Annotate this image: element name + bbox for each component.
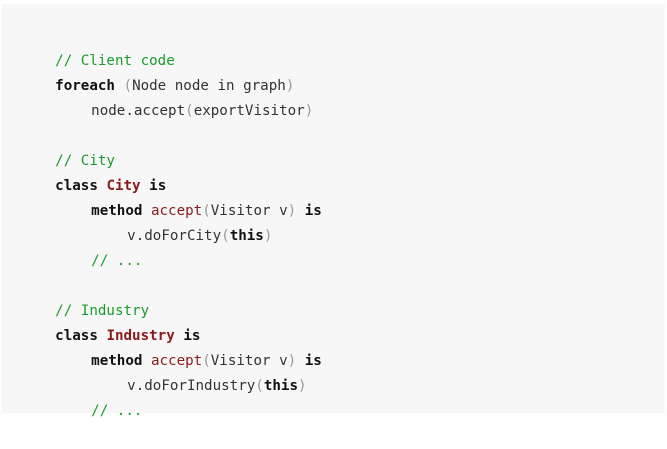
keyword-is: is <box>304 353 322 369</box>
comment-city: // City <box>55 153 115 169</box>
paren-close: ) <box>263 228 273 244</box>
keyword-is: is <box>149 178 167 194</box>
method-name-accept: accept <box>150 203 203 219</box>
paren-open: ( <box>202 203 211 219</box>
keyword-class: class <box>55 178 98 194</box>
node-accept-call: node.accept <box>91 103 186 119</box>
paren-close: ) <box>285 78 295 94</box>
comment-client-code: // Client code <box>55 53 175 69</box>
code-line-client-comment: // Client code <box>21 24 665 69</box>
export-visitor-arg: exportVisitor <box>193 103 305 119</box>
paren-close: ) <box>304 103 314 119</box>
paren-close: ) <box>287 203 297 219</box>
keyword-this: this <box>263 378 299 394</box>
method-name-accept: accept <box>150 353 203 369</box>
keyword-foreach: foreach <box>55 78 115 94</box>
comment-ellipsis: // ... <box>91 253 143 269</box>
class-name-city: City <box>106 178 141 194</box>
code-line-class-city: class City is <box>21 149 665 194</box>
do-for-city-call: v.doForCity <box>127 228 222 244</box>
paren-close: ) <box>298 378 307 394</box>
visitor-param: Visitor v <box>210 203 288 219</box>
keyword-is: is <box>183 328 201 344</box>
paren-open: ( <box>185 103 194 119</box>
comment-industry: // Industry <box>55 303 150 319</box>
code-line-industry-comment: // Industry <box>21 274 665 319</box>
paren-open: ( <box>255 378 264 394</box>
foreach-args: Node node in graph <box>132 78 286 94</box>
keyword-is: is <box>304 203 322 219</box>
class-name-industry: Industry <box>106 328 175 344</box>
paren-open: ( <box>202 353 211 369</box>
keyword-this: this <box>229 228 264 244</box>
code-line-city-comment: // City <box>21 124 665 169</box>
paren-open: ( <box>221 228 230 244</box>
code-block: // Client code foreach (Node node in gra… <box>2 4 665 419</box>
keyword-class: class <box>55 328 98 344</box>
keyword-method: method <box>91 203 143 219</box>
paren-open: ( <box>123 78 133 94</box>
visitor-param: Visitor v <box>210 353 288 369</box>
keyword-method: method <box>91 353 143 369</box>
do-for-industry-call: v.doForIndustry <box>127 378 256 394</box>
paren-close: ) <box>287 353 297 369</box>
